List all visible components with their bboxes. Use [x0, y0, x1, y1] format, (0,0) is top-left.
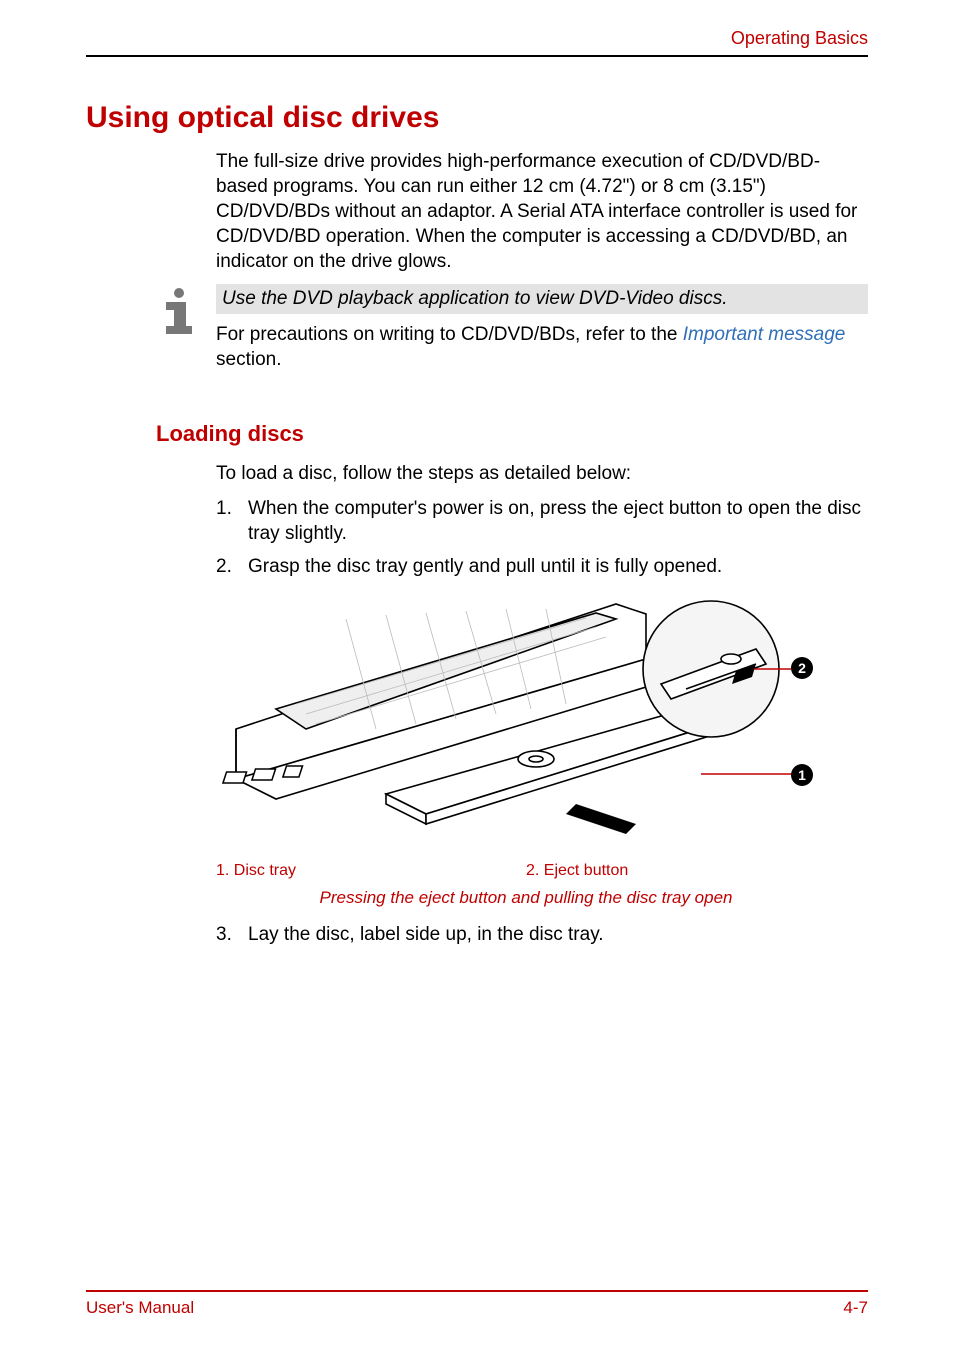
precaution-suffix: section. [216, 349, 281, 370]
step-text: When the computer's power is on, press t… [248, 496, 868, 546]
info-icon [156, 286, 202, 341]
step-text: Lay the disc, label side up, in the disc… [248, 922, 604, 947]
step-number: 2. [216, 554, 248, 579]
note-text: Use the DVD playback application to view… [216, 284, 868, 314]
step-number: 3. [216, 922, 248, 947]
precaution-paragraph: For precautions on writing to CD/DVD/BDs… [216, 322, 868, 372]
footer-manual-title: User's Manual [86, 1298, 194, 1318]
footer-rule [86, 1290, 868, 1292]
figure-callout-2: 2 [791, 657, 813, 679]
important-message-link[interactable]: Important message [683, 324, 846, 345]
list-item: 3. Lay the disc, label side up, in the d… [216, 922, 868, 947]
footer-page-number: 4-7 [843, 1298, 868, 1318]
figure-caption: Pressing the eject button and pulling th… [216, 888, 836, 908]
precaution-prefix: For precautions on writing to CD/DVD/BDs… [216, 324, 683, 345]
heading-loading-discs: Loading discs [156, 421, 868, 447]
heading-using-optical-disc-drives: Using optical disc drives [86, 101, 868, 135]
step-text: Grasp the disc tray gently and pull unti… [248, 554, 722, 579]
step-number: 1. [216, 496, 248, 546]
figure-label-eject-button: 2. Eject button [526, 862, 628, 880]
figure-disc-tray: 1 2 [216, 589, 816, 844]
list-item: 2. Grasp the disc tray gently and pull u… [216, 554, 868, 579]
figure-label-disc-tray: 1. Disc tray [216, 862, 526, 880]
list-item: 1. When the computer's power is on, pres… [216, 496, 868, 546]
header-section-title: Operating Basics [86, 28, 868, 55]
loading-intro: To load a disc, follow the steps as deta… [216, 461, 868, 486]
figure-callout-1: 1 [791, 764, 813, 786]
intro-paragraph: The full-size drive provides high-perfor… [216, 149, 868, 274]
